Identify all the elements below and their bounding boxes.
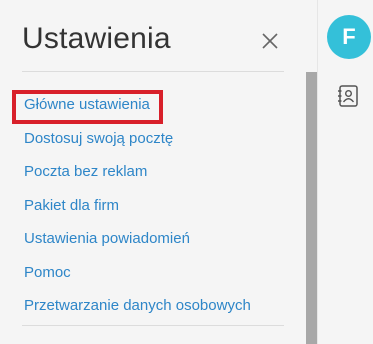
menu-item-help[interactable]: Pomoc: [24, 262, 251, 296]
divider: [22, 325, 284, 326]
divider: [22, 71, 284, 72]
contacts-icon: [338, 85, 358, 107]
menu-item-ad-free-mail[interactable]: Poczta bez reklam: [24, 161, 251, 195]
panel-title: Ustawienia: [22, 22, 171, 55]
menu-item-business-package[interactable]: Pakiet dla firm: [24, 195, 251, 229]
scrollbar[interactable]: [306, 72, 317, 344]
avatar[interactable]: F: [327, 15, 371, 59]
highlight-annotation: [12, 90, 163, 124]
settings-panel: Ustawienia Główne ustawienia Dostosuj sw…: [0, 0, 306, 344]
contacts-button[interactable]: [336, 83, 362, 109]
close-icon: [262, 33, 278, 49]
close-button[interactable]: [259, 30, 281, 52]
menu-item-customize-mail[interactable]: Dostosuj swoją pocztę: [24, 128, 251, 162]
settings-menu: Główne ustawienia Dostosuj swoją pocztę …: [24, 94, 251, 329]
menu-item-personal-data[interactable]: Przetwarzanie danych osobowych: [24, 295, 251, 329]
menu-item-notification-settings[interactable]: Ustawienia powiadomień: [24, 228, 251, 262]
